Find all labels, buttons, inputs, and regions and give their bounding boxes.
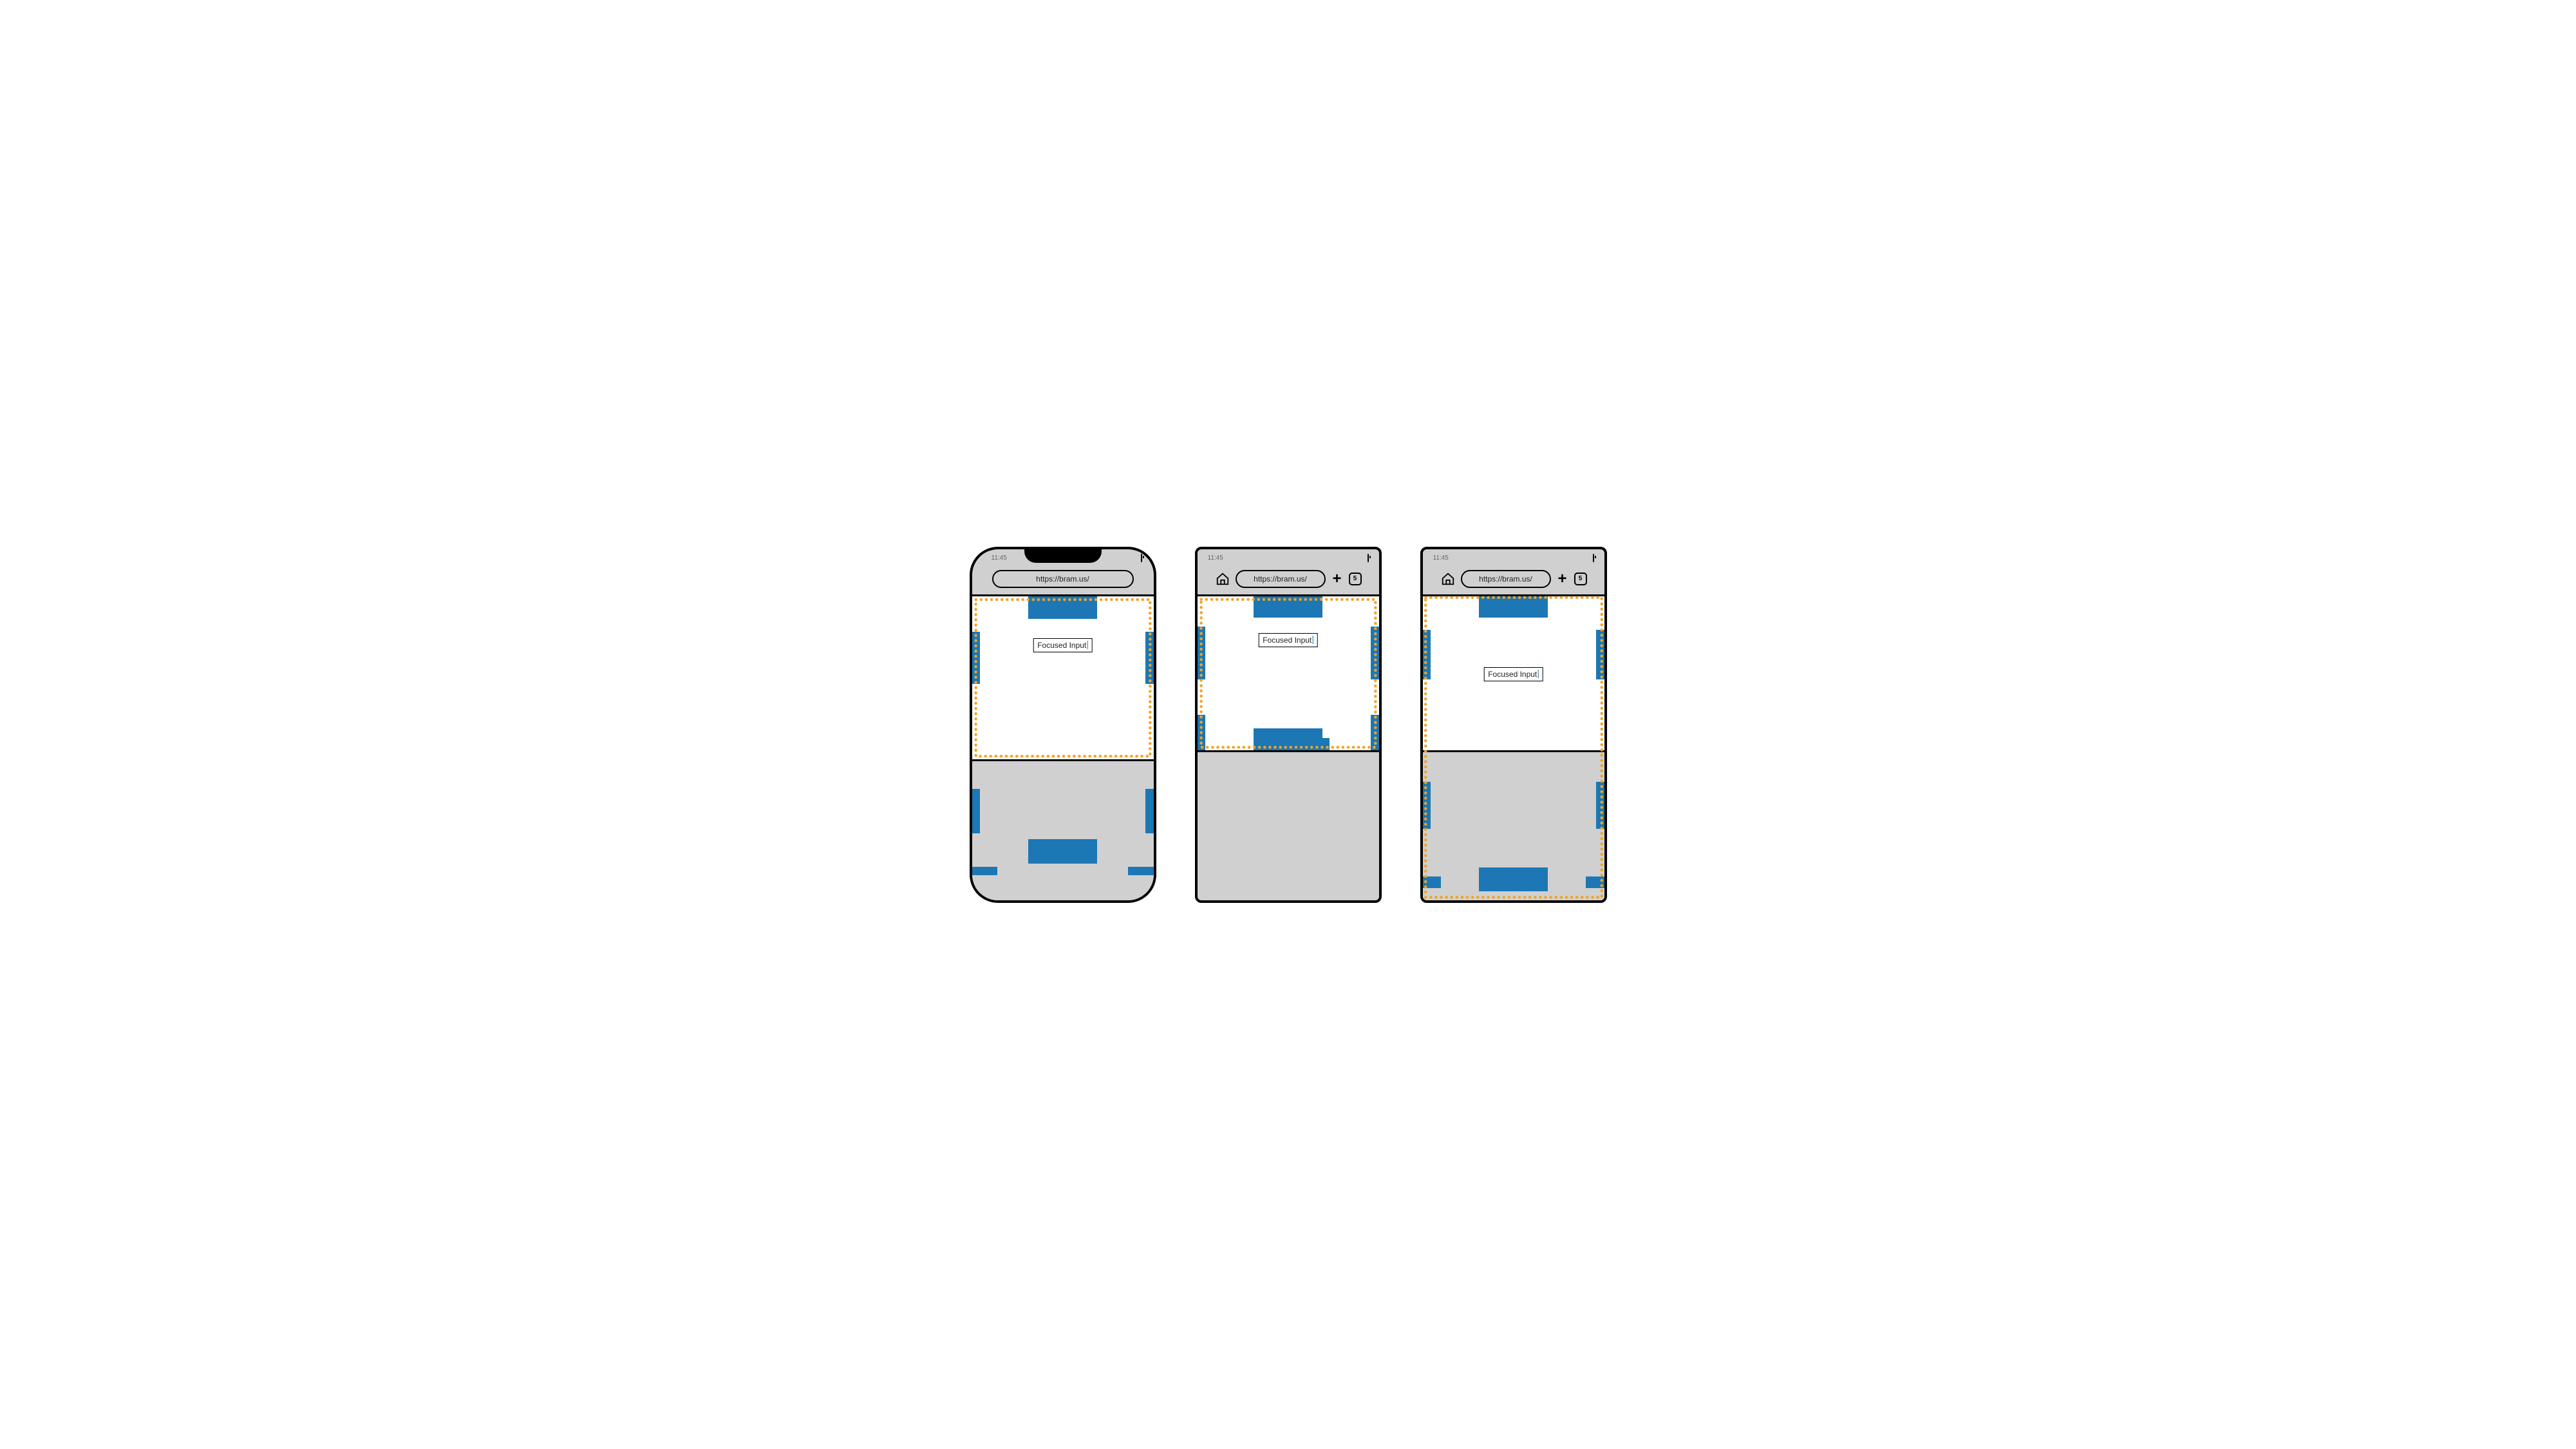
fixed-bar-left-under-kb [1423,782,1431,829]
fixed-bar-right-under-kb [1596,782,1604,829]
address-bar-url: https://bram.us/ [1036,574,1089,583]
virtual-keyboard[interactable] [1423,750,1604,900]
fixed-bar-right [1145,632,1154,684]
browser-toolbar: https://bram.us/ [972,567,1154,594]
fixed-bar-corner-right [1586,876,1604,888]
home-icon[interactable] [1215,571,1230,587]
content-area: Focused Input [1423,594,1604,750]
virtual-keyboard[interactable] [972,759,1154,900]
viewport-stack: Focused Input [1423,594,1604,900]
content-area: Focused Input [1198,594,1379,750]
fixed-bar-right-under-kb [1145,789,1154,833]
focused-input-label: Focused Input [1037,641,1086,650]
visual-viewport-outline [972,596,1154,759]
fixed-bar-bottom-step [1319,738,1330,750]
status-time: 11:45 [1208,554,1223,562]
new-tab-icon[interactable]: + [1331,571,1344,587]
battery-icon [1141,554,1142,562]
tabs-count: 5 [1353,575,1357,582]
new-tab-icon[interactable]: + [1556,571,1569,587]
fixed-bar-right [1596,630,1604,679]
fixed-bar-right-upper [1371,627,1379,679]
text-caret [1087,641,1088,649]
focused-input[interactable]: Focused Input [1258,633,1318,647]
text-caret [1537,670,1539,678]
focused-input-label: Focused Input [1488,670,1537,679]
address-bar-url: https://bram.us/ [1479,574,1532,583]
battery-icon [1593,554,1594,562]
tabs-count: 5 [1579,575,1583,582]
visual-viewport-outline [1198,596,1379,750]
status-time: 11:45 [992,554,1007,562]
text-caret [1312,636,1313,644]
status-bar: 11:45 [1198,549,1379,567]
address-bar[interactable]: https://bram.us/ [992,570,1134,588]
browser-toolbar: https://bram.us/ + 5 [1423,567,1604,594]
phone-ios-notch: 11:45 https://bram.us/ Focused Input [970,547,1156,903]
fixed-bar-corner-left [1423,876,1441,888]
viewport-stack: Focused Input [1198,594,1379,900]
fixed-bar-top [1028,596,1097,619]
fixed-bar-left [1423,630,1431,679]
tabs-button[interactable]: 5 [1574,573,1587,585]
fixed-bar-left-upper [1198,627,1206,679]
fixed-bar-left-lower [1198,715,1206,750]
notch [1024,549,1102,563]
viewport-stack: Focused Input [972,594,1154,900]
address-bar-url: https://bram.us/ [1254,574,1307,583]
status-time: 11:45 [1433,554,1449,562]
focused-input[interactable]: Focused Input [1483,667,1543,681]
fixed-bar-top [1254,596,1322,618]
status-bar: 11:45 [1423,549,1604,567]
phone-android-resizes: 11:45 https://bram.us/ + 5 Focused Input [1195,547,1382,903]
address-bar[interactable]: https://bram.us/ [1461,570,1551,588]
fixed-bar-corner-left [972,867,997,875]
fixed-bar-top [1479,596,1548,618]
fixed-bar-right-lower [1371,715,1379,750]
browser-toolbar: https://bram.us/ + 5 [1198,567,1379,594]
fixed-bar-bottom [1254,728,1322,750]
fixed-bar-corner-right [1128,867,1153,875]
fixed-bar-bottom-under-kb [1479,867,1548,891]
content-area: Focused Input [972,594,1154,759]
fixed-bar-bottom-under-kb [1028,839,1097,864]
focused-input[interactable]: Focused Input [1033,638,1093,652]
fixed-bar-left-under-kb [972,789,981,833]
tabs-button[interactable]: 5 [1349,573,1362,585]
virtual-keyboard[interactable] [1198,750,1379,900]
fixed-bar-left [972,632,981,684]
phone-android-overlays: 11:45 https://bram.us/ + 5 Focused Input [1420,547,1607,903]
home-icon[interactable] [1440,571,1456,587]
address-bar[interactable]: https://bram.us/ [1236,570,1326,588]
focused-input-label: Focused Input [1263,636,1312,645]
battery-icon [1368,554,1369,562]
